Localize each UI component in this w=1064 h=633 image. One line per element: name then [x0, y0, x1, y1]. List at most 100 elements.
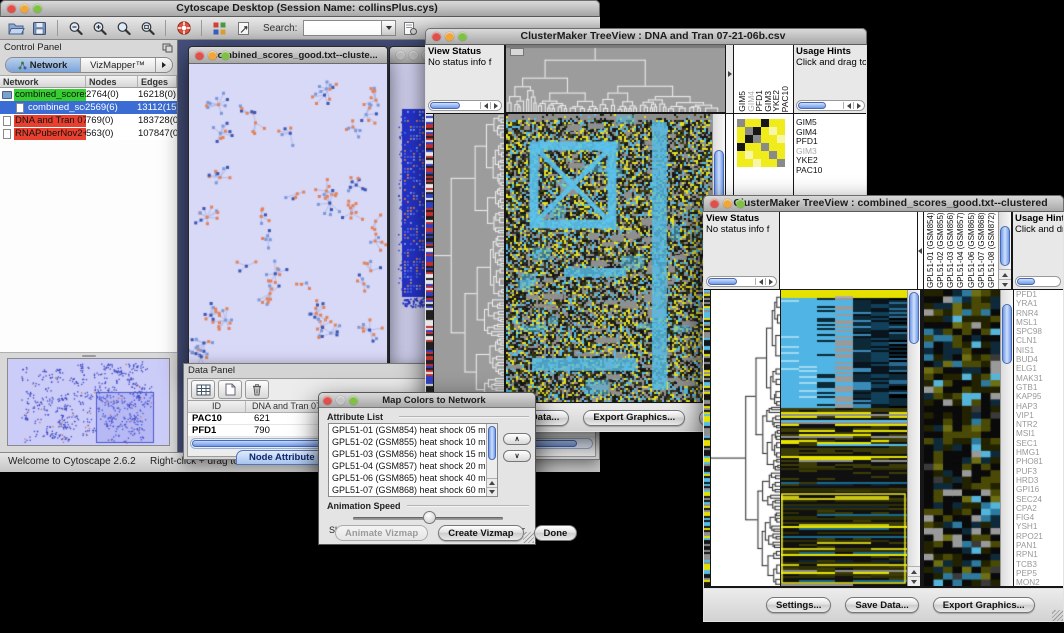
matrix-cell[interactable] — [761, 119, 769, 127]
zoom-window-icon[interactable] — [349, 396, 358, 405]
zoom-out-button[interactable] — [65, 18, 86, 38]
zoom-window-icon[interactable] — [736, 199, 745, 208]
gene-label[interactable]: CLN1 — [1016, 336, 1063, 345]
network-table-row[interactable]: DNA and Tran 07-21-06b.csv 769(0) 183728… — [0, 114, 177, 127]
gene-label[interactable]: GTB1 — [1016, 383, 1063, 392]
scroll-left-button[interactable] — [843, 102, 853, 109]
scrollbar-thumb[interactable] — [798, 102, 826, 109]
matrix-cell[interactable] — [753, 151, 761, 159]
scroll-right-button[interactable] — [490, 102, 500, 109]
scroll-down-button[interactable] — [487, 487, 497, 496]
scroll-up-button[interactable] — [908, 566, 920, 576]
gene-label[interactable]: RPN1 — [1016, 550, 1063, 559]
zoom-fit-button[interactable] — [137, 18, 158, 38]
minimize-icon[interactable] — [208, 51, 217, 60]
matrix-cell[interactable] — [761, 135, 769, 143]
matrix-cell[interactable] — [737, 159, 745, 167]
move-down-button[interactable]: ∨ — [503, 450, 531, 462]
matrix-cell[interactable] — [769, 119, 777, 127]
scrollbar-thumb[interactable] — [430, 102, 460, 109]
list-vscrollbar[interactable] — [486, 424, 497, 496]
close-icon[interactable] — [323, 396, 332, 405]
gene-label[interactable]: YRA1 — [1016, 299, 1063, 308]
matrix-cell[interactable] — [761, 151, 769, 159]
mini-zoom-icon[interactable] — [510, 48, 524, 56]
mini-hscrollbar[interactable] — [796, 100, 865, 111]
mini-hscrollbar[interactable] — [706, 276, 777, 287]
delete-attribute-button[interactable] — [245, 380, 269, 399]
splitter-strip[interactable] — [918, 212, 923, 289]
matrix-cell[interactable] — [737, 151, 745, 159]
float-panel-icon[interactable] — [162, 43, 173, 53]
gene-label[interactable]: TCB3 — [1016, 560, 1063, 569]
gene-label[interactable]: SEC1 — [1016, 439, 1063, 448]
correlation-matrix[interactable] — [737, 119, 785, 167]
matrix-cell[interactable] — [753, 119, 761, 127]
matrix-cell[interactable] — [777, 119, 785, 127]
scroll-down-button[interactable] — [999, 279, 1011, 289]
dialog-titlebar[interactable]: Map Colors to Network — [319, 393, 535, 408]
close-icon[interactable] — [432, 32, 441, 41]
matrix-cell[interactable] — [737, 127, 745, 135]
matrix-cell[interactable] — [745, 135, 753, 143]
gene-label[interactable]: RPO21 — [1016, 532, 1063, 541]
gene-label[interactable]: SEC24 — [1016, 495, 1063, 504]
zoom-window-icon[interactable] — [221, 51, 230, 60]
column-dendrogram-area[interactable] — [780, 212, 917, 289]
mini-hscrollbar[interactable] — [1015, 276, 1061, 287]
column-label[interactable]: GIM3 — [764, 91, 773, 112]
matrix-cell[interactable] — [745, 143, 753, 151]
gene-label[interactable]: FIG4 — [1016, 513, 1063, 522]
column-label[interactable]: GPL51-04 (GSM857) — [956, 213, 965, 288]
treeview2-titlebar[interactable]: ClusterMaker TreeView : combined_scores_… — [703, 195, 1064, 212]
global-vscrollbar[interactable] — [907, 290, 920, 586]
matrix-cell[interactable] — [769, 127, 777, 135]
matrix-cell[interactable] — [753, 143, 761, 151]
close-icon[interactable] — [396, 51, 405, 60]
close-icon[interactable] — [710, 199, 719, 208]
matrix-cell[interactable] — [769, 143, 777, 151]
scroll-right-button[interactable] — [765, 278, 775, 285]
column-header[interactable]: Network — [0, 76, 86, 87]
gene-label[interactable]: PAN1 — [1016, 541, 1063, 550]
column-label[interactable]: GIM5 — [738, 91, 747, 112]
gene-label[interactable]: NIS1 — [1016, 346, 1063, 355]
gene-label[interactable]: MAK31 — [1016, 374, 1063, 383]
tab-vizmapper[interactable]: VizMapper™ — [81, 58, 156, 72]
global-heatmap-canvas[interactable] — [781, 290, 907, 586]
gene-label[interactable]: VIP1 — [1016, 411, 1063, 420]
network-grid-canvas[interactable] — [390, 64, 428, 367]
scrollbar-thumb[interactable] — [1000, 226, 1010, 266]
attribute-item[interactable]: GPL51-02 (GSM855) heat shock 10 min — [329, 436, 497, 448]
attribute-item[interactable]: GPL51-01 (GSM854) heat shock 05 min — [329, 424, 497, 436]
minimize-icon[interactable] — [409, 51, 418, 60]
matrix-cell[interactable] — [753, 135, 761, 143]
scroll-up-button[interactable] — [487, 478, 497, 487]
matrix-cell[interactable] — [769, 135, 777, 143]
treeview-action-button[interactable]: Save Data... — [845, 597, 918, 613]
gene-label[interactable]: NTR2 — [1016, 420, 1063, 429]
column-label[interactable]: GPL51-06 (GSM865) — [967, 213, 976, 288]
gene-label[interactable]: RNR4 — [1016, 309, 1063, 318]
matrix-cell[interactable] — [777, 143, 785, 151]
zoom-window-icon[interactable] — [33, 4, 42, 13]
tab-network[interactable]: Network — [6, 58, 81, 72]
resize-grip[interactable] — [523, 532, 534, 543]
matrix-cell[interactable] — [761, 127, 769, 135]
tab-overflow-button[interactable] — [156, 58, 172, 72]
matrix-cell[interactable] — [777, 159, 785, 167]
scroll-left-button[interactable] — [755, 278, 765, 285]
matrix-cell[interactable] — [753, 159, 761, 167]
scrollbar-thumb[interactable] — [1002, 304, 1012, 364]
gene-label[interactable]: PFD1 — [1016, 290, 1063, 299]
gene-label[interactable]: PUF3 — [1016, 467, 1063, 476]
treeview1-titlebar[interactable]: ClusterMaker TreeView : DNA and Tran 07-… — [425, 28, 867, 45]
save-session-button[interactable] — [29, 18, 50, 38]
matrix-cell[interactable] — [753, 127, 761, 135]
network-overview-panel[interactable] — [7, 358, 170, 446]
matrix-cell[interactable] — [761, 159, 769, 167]
matrix-cell[interactable] — [737, 135, 745, 143]
gene-label[interactable]: MON2 — [1016, 578, 1063, 586]
network-table-row[interactable]: RNAPuberNov2+DNA 563(0) 107847(0) — [0, 127, 177, 140]
gene-label[interactable]: MSI1 — [1016, 429, 1063, 438]
